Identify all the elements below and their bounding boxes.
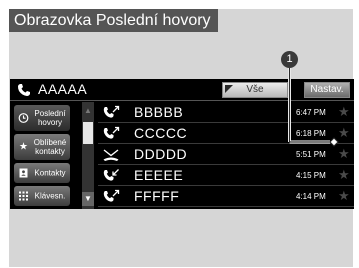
keypad-icon [18,191,29,202]
star-icon: ★ [19,141,28,153]
sidebar-item-label: Kontakty [34,168,66,178]
list-item[interactable]: FFFFF 4:14 PM ★ [98,186,354,207]
call-name: DDDDD [134,146,188,162]
favorite-star-icon[interactable]: ★ [338,125,350,140]
incoming-call-icon [103,169,119,181]
sidebar-item-label: Klávesn. [34,191,66,201]
callout-number: 1 [281,51,298,68]
sidebar-item-recent-calls[interactable]: Poslední hovory [14,105,70,131]
sidebar-item-contacts[interactable]: Kontakty [14,163,70,183]
call-time: 6:47 PM [296,108,326,117]
page-title: Obrazovka Poslední hovory [9,9,218,32]
sidebar: Poslední hovory ★ Oblíbené kontakty Kont… [10,102,72,209]
corner-indicator-icon [225,85,233,93]
missed-call-icon [103,149,119,161]
recent-calls-list: BBBBB 6:47 PM ★ CCCCC 6:18 PM ★ DDDDD 5:… [98,102,354,209]
phone-icon [17,84,30,96]
filter-all-button[interactable]: Vše [222,82,288,98]
call-time: 4:14 PM [296,192,326,201]
call-time: 5:51 PM [296,150,326,159]
scroll-down-icon[interactable]: ▼ [82,192,94,206]
list-scrollbar[interactable]: ▲ ▼ [82,102,94,209]
scroll-up-icon[interactable]: ▲ [82,105,94,117]
list-item[interactable]: CCCCC 6:18 PM ★ [98,123,354,144]
favorite-star-icon[interactable]: ★ [338,188,350,203]
recent-clock-icon [18,113,29,124]
call-name: EEEEE [134,167,184,183]
contacts-book-icon [18,168,29,179]
call-name: CCCCC [134,125,188,141]
caller-name: AAAAA [38,81,88,97]
filter-all-label: Vše [246,84,264,95]
favorite-star-icon[interactable]: ★ [338,167,350,182]
call-name: BBBBB [134,104,184,120]
list-item[interactable]: BBBBB 6:47 PM ★ [98,102,354,123]
favorite-star-icon[interactable]: ★ [338,146,350,161]
sidebar-item-label: Oblíbené kontakty [33,138,67,156]
sidebar-item-keypad[interactable]: Klávesn. [14,186,70,206]
top-bar: AAAAA Vše Nastav. [10,79,354,101]
call-time: 4:15 PM [296,171,326,180]
list-item[interactable]: DDDDD 5:51 PM ★ [98,144,354,165]
call-name: FFFFF [134,188,180,204]
sidebar-item-favorites[interactable]: ★ Oblíbené kontakty [14,134,70,160]
outgoing-call-icon [103,126,120,139]
phone-screen: AAAAA Vše Nastav. Poslední hovory ★ Oblí… [10,79,354,209]
call-time: 6:18 PM [296,129,326,138]
favorite-star-icon[interactable]: ★ [338,104,350,119]
settings-button[interactable]: Nastav. [304,82,350,98]
outgoing-call-icon [103,189,120,202]
list-item[interactable]: EEEEE 4:15 PM ★ [98,165,354,186]
sidebar-item-label: Poslední hovory [34,109,66,127]
outgoing-call-icon [103,105,120,118]
scroll-thumb[interactable] [83,122,93,144]
